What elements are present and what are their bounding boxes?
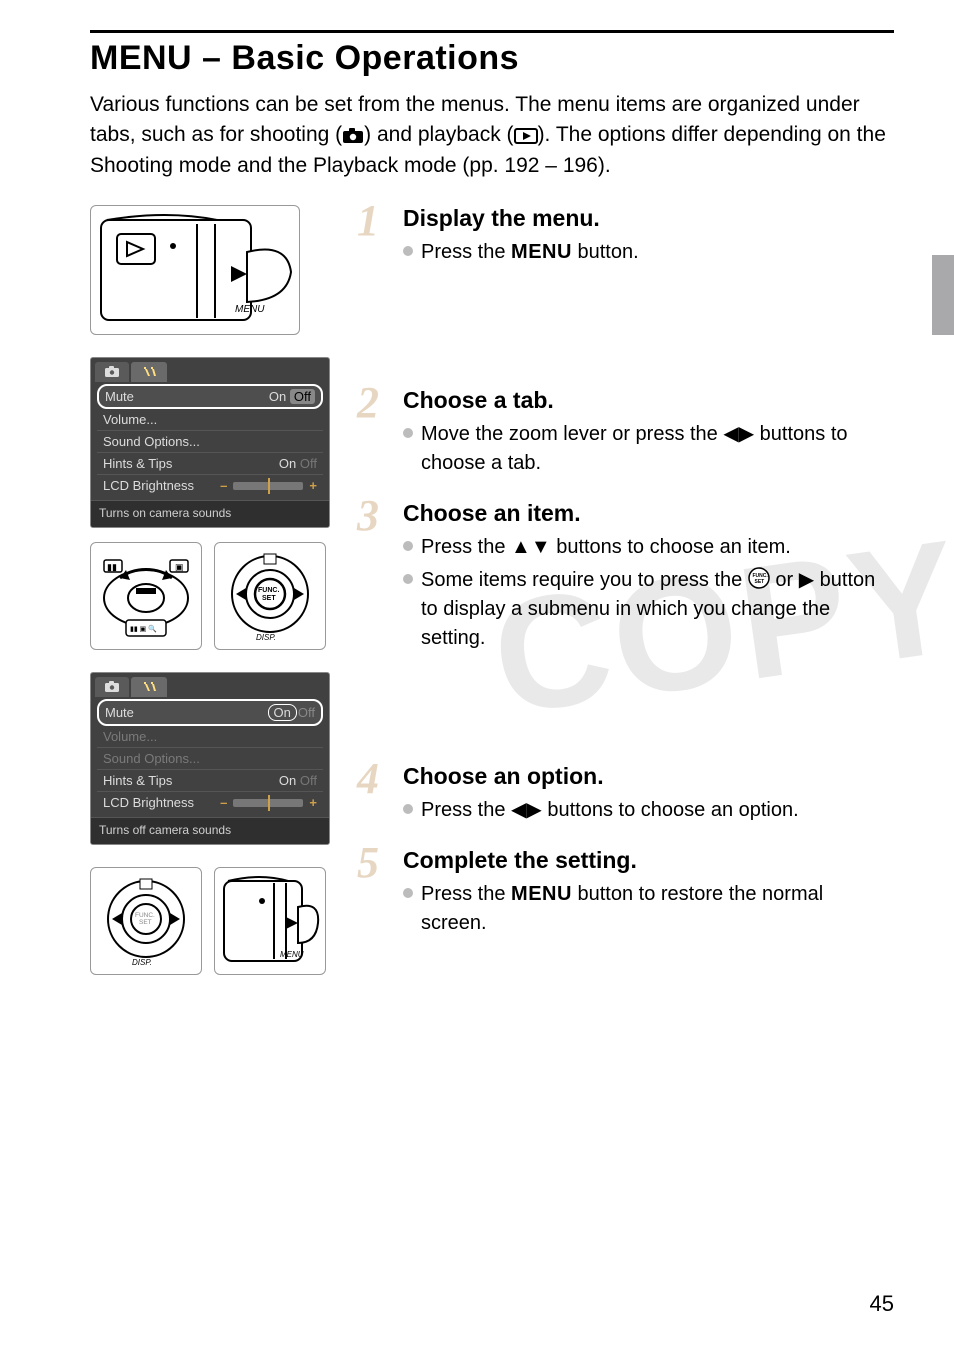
lcd1-row-brightness: LCD Brightness – +	[97, 475, 323, 496]
step-number: 3	[357, 494, 379, 538]
lcd-menu-screenshot-2: Mute OnOff Volume... Sound Options... Hi…	[90, 672, 330, 845]
lcd1-row-volume: Volume...	[97, 409, 323, 431]
bullet-icon	[403, 888, 413, 898]
bullet-icon	[403, 541, 413, 551]
step-bullet: Press the ▲▼ buttons to choose an item.	[403, 533, 894, 562]
svg-text:DISP.: DISP.	[256, 633, 276, 642]
lcd2-row-brightness: LCD Brightness – +	[97, 792, 323, 813]
bullet-icon	[403, 804, 413, 814]
step-4: 4 Choose an option. Press the ◀▶ buttons…	[363, 763, 894, 825]
title-rule: MENU – Basic Operations	[90, 30, 894, 78]
svg-text:FUNC.: FUNC.	[258, 587, 279, 594]
illustration-column: MENU Mute On Off	[90, 205, 335, 997]
step-number: 4	[357, 757, 379, 801]
step-number: 2	[357, 381, 379, 425]
step-heading: Choose a tab.	[403, 387, 894, 414]
bullet-icon	[403, 246, 413, 256]
left-right-arrow-icon: ◀▶	[511, 799, 542, 821]
lcd2-row-volume: Volume...	[97, 726, 323, 748]
lcd1-row-hints: Hints & Tips On Off	[97, 453, 323, 475]
lcd2-row-sound-options: Sound Options...	[97, 748, 323, 770]
step-heading: Complete the setting.	[403, 847, 894, 874]
zoom-lever-illustration: ▮▮ ▣ ▮▮ ▣ 🔍	[90, 542, 202, 650]
step-5: 5 Complete the setting. Press the MENU b…	[363, 847, 894, 938]
lcd2-row-mute: Mute OnOff	[97, 699, 323, 726]
func-set-illustration-1: FUNC. SET DISP.	[214, 542, 326, 650]
menu-label-text: MENU	[235, 304, 265, 315]
instruction-column: COPY 1 Display the menu. Press the MENU …	[363, 205, 894, 997]
step-heading: Choose an item.	[403, 500, 894, 527]
camera-icon	[342, 128, 364, 144]
camera-menu-press-illustration-2: MENU	[214, 867, 326, 975]
lcd1-tab-setup	[131, 362, 167, 382]
func-set-icon: FUNC.SET	[748, 567, 770, 589]
lcd1-tab-shooting	[95, 362, 129, 382]
step-2: 2 Choose a tab. Move the zoom lever or p…	[363, 387, 894, 478]
bullet-icon	[403, 428, 413, 438]
lcd2-tab-setup	[131, 677, 167, 697]
camera-menu-press-illustration: MENU	[90, 205, 300, 335]
page-number: 45	[870, 1291, 894, 1317]
step-bullet: Some items require you to press the FUNC…	[403, 566, 894, 653]
playback-icon	[514, 128, 538, 144]
step-bullet: Press the MENU button to restore the nor…	[403, 880, 894, 938]
lcd1-row-mute: Mute On Off	[97, 384, 323, 409]
svg-text:▮▮: ▮▮	[107, 562, 117, 572]
intro-paragraph: Various functions can be set from the me…	[90, 90, 894, 181]
step-number: 5	[357, 841, 379, 885]
step-bullet: Press the MENU button.	[403, 238, 894, 267]
svg-text:DISP.: DISP.	[132, 958, 152, 967]
lcd2-caption: Turns off camera sounds	[91, 817, 329, 844]
svg-text:▮▮ ▣ 🔍: ▮▮ ▣ 🔍	[130, 624, 157, 633]
step-bullet: Move the zoom lever or press the ◀▶ butt…	[403, 420, 894, 478]
step-1: 1 Display the menu. Press the MENU butto…	[363, 205, 894, 267]
lcd1-caption: Turns on camera sounds	[91, 500, 329, 527]
lcd-menu-screenshot-1: Mute On Off Volume... Sound Options... H…	[90, 357, 330, 528]
svg-text:MENU: MENU	[280, 950, 304, 959]
bullet-icon	[403, 574, 413, 584]
step-3: 3 Choose an item. Press the ▲▼ buttons t…	[363, 500, 894, 653]
right-arrow-icon: ▶	[799, 569, 814, 591]
step-heading: Display the menu.	[403, 205, 894, 232]
lcd2-row-hints: Hints & Tips On Off	[97, 770, 323, 792]
svg-text:SET: SET	[262, 595, 276, 602]
page-title: MENU – Basic Operations	[90, 39, 894, 78]
svg-text:SET: SET	[139, 919, 152, 926]
svg-text:SET: SET	[754, 579, 764, 585]
side-thumb-tab	[932, 255, 954, 335]
lcd2-tab-shooting	[95, 677, 129, 697]
up-down-arrow-icon: ▲▼	[511, 536, 551, 558]
step-bullet: Press the ◀▶ buttons to choose an option…	[403, 796, 894, 825]
left-right-arrow-icon: ◀▶	[723, 423, 754, 445]
svg-text:FUNC.: FUNC.	[135, 912, 155, 919]
lcd1-row-sound-options: Sound Options...	[97, 431, 323, 453]
step-number: 1	[357, 199, 379, 243]
step-heading: Choose an option.	[403, 763, 894, 790]
svg-text:▣: ▣	[175, 562, 184, 572]
func-set-illustration-2: FUNC. SET DISP.	[90, 867, 202, 975]
